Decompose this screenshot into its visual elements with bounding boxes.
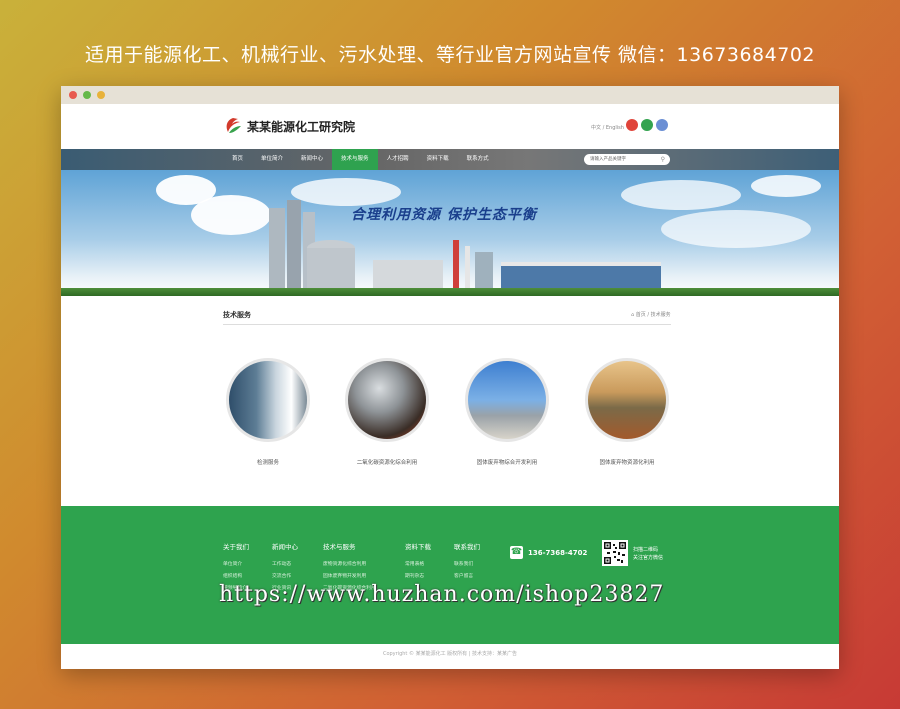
language-switch[interactable]: 中文 / English: [591, 124, 624, 131]
watermark-url: https://www.huzhan.com/ishop23827: [219, 582, 665, 607]
service-card[interactable]: 二氧化碳资源化综合利用: [345, 358, 429, 466]
qr-caption: 扫描二维码 关注官方微信: [633, 546, 663, 562]
footer-link[interactable]: 工作动态: [272, 559, 298, 571]
nav-contact[interactable]: 联系方式: [458, 149, 498, 170]
promo-headline: 适用于能源化工、机械行业、污水处理、等行业官方网站宣传 微信：136736847…: [84, 44, 815, 66]
logo-text: 某某能源化工研究院: [247, 119, 356, 134]
hero-banner: 合理利用资源 保护生态平衡: [61, 170, 839, 296]
wechat-icon[interactable]: [641, 119, 653, 131]
smokestack-photo-icon[interactable]: [345, 358, 429, 442]
footer-col-title[interactable]: 新闻中心: [272, 541, 298, 551]
window-titlebar: [61, 86, 839, 104]
nav-news[interactable]: 新闻中心: [292, 149, 332, 170]
section-title: 技术服务: [223, 311, 251, 319]
service-label[interactable]: 二氧化碳资源化综合利用: [345, 458, 429, 466]
service-card[interactable]: 检测服务: [226, 358, 310, 466]
nav-home[interactable]: 首页: [223, 149, 252, 170]
footer-link[interactable]: 联系我们: [454, 559, 480, 571]
qq-icon[interactable]: [656, 119, 668, 131]
footer-col-contact: 联系我们 联系我们 客户留言: [454, 541, 480, 583]
phone-number[interactable]: 136-7368-4702: [528, 549, 587, 557]
services-section: 技术服务 ⌂ 首页 / 技术服务 检测服务 二氧化碳资源化综合利用 固体废弃物综…: [61, 296, 839, 506]
waste-photo-icon[interactable]: [585, 358, 669, 442]
minimize-dot[interactable]: [83, 91, 91, 99]
banner-slogan: 合理利用资源 保护生态平衡: [351, 207, 537, 223]
service-label[interactable]: 检测服务: [226, 458, 310, 466]
search-input[interactable]: 请输入产品关键字 ⚲: [584, 154, 670, 165]
header-icons: [626, 119, 668, 131]
service-label[interactable]: 固体废弃物综合开发利用: [465, 458, 549, 466]
footer-col-title[interactable]: 关于我们: [223, 541, 249, 551]
footer-col-title[interactable]: 技术与服务: [323, 541, 376, 551]
qr-caption-line2: 关注官方微信: [633, 555, 664, 561]
qr-code-icon: [602, 540, 628, 566]
footer-link[interactable]: 常用表格: [405, 559, 431, 571]
footer-col-title[interactable]: 资料下载: [405, 541, 431, 551]
close-dot[interactable]: [69, 91, 77, 99]
nav-downloads[interactable]: 资料下载: [418, 149, 458, 170]
site-footer: 关于我们 单位简介 组织结构 院领导简介 新闻中心 工作动态 交流合作 行业资讯…: [61, 506, 839, 644]
copyright-text: Copyright © 某某能源化工 版权所有 | 技术支持：某某广告: [382, 651, 518, 657]
service-card[interactable]: 固体废弃物综合开发利用: [465, 358, 549, 466]
phone-icon: ☎: [510, 546, 523, 559]
nav-about[interactable]: 单位简介: [252, 149, 292, 170]
grass-strip: [61, 288, 839, 296]
footer-link[interactable]: 单位简介: [223, 559, 249, 571]
nav-services[interactable]: 技术与服务: [332, 149, 378, 170]
main-nav: 首页 单位简介 新闻中心 技术与服务 人才招聘 资料下载 联系方式 请输入产品关…: [61, 149, 839, 170]
footer-col-downloads: 资料下载 常用表格 期刊杂志: [405, 541, 431, 583]
search-icon[interactable]: ⚲: [661, 154, 665, 165]
section-divider: [223, 324, 671, 325]
service-card[interactable]: 固体废弃物资源化利用: [585, 358, 669, 466]
nav-careers[interactable]: 人才招聘: [378, 149, 418, 170]
weibo-icon[interactable]: [626, 119, 638, 131]
lab-photo-icon[interactable]: [226, 358, 310, 442]
footer-col-title[interactable]: 联系我们: [454, 541, 480, 551]
service-label[interactable]: 固体废弃物资源化利用: [585, 458, 669, 466]
leaf-logo-icon: [226, 118, 241, 133]
site-header: 某某能源化工研究院 中文 / English: [61, 104, 839, 149]
footer-link[interactable]: 废物资源化综合利用: [323, 559, 376, 571]
qr-caption-line1: 扫描二维码: [633, 547, 659, 553]
breadcrumb-text[interactable]: 首页 / 技术服务: [636, 312, 671, 318]
site-logo[interactable]: 某某能源化工研究院: [223, 116, 355, 136]
search-placeholder: 请输入产品关键字: [590, 157, 626, 162]
factory-photo-icon[interactable]: [465, 358, 549, 442]
industrial-plant-illustration: [269, 200, 661, 288]
breadcrumb: ⌂ 首页 / 技术服务: [631, 311, 671, 318]
footer-phone[interactable]: ☎ 136-7368-4702: [510, 546, 587, 559]
maximize-dot[interactable]: [97, 91, 105, 99]
